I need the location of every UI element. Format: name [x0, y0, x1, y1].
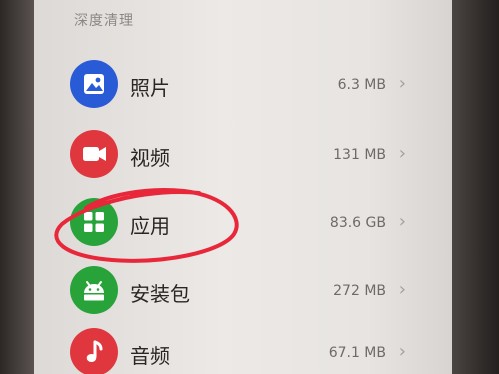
- section-title: 深度清理: [74, 13, 134, 29]
- list-item-size: 272 MB: [333, 283, 386, 299]
- video-icon: [70, 130, 118, 178]
- list-item-label: 视频: [130, 146, 170, 170]
- chevron-right-icon: ›: [398, 341, 406, 362]
- list-item-label: 应用: [130, 214, 170, 238]
- list-item-photos[interactable]: 照片 6.3 MB ›: [34, 54, 452, 114]
- list-item-audio[interactable]: 音频 67.1 MB ›: [34, 322, 452, 374]
- phone-bezel-right: [452, 0, 499, 374]
- apps-icon: [70, 198, 118, 246]
- list-item-install-packages[interactable]: 安装包 272 MB ›: [34, 260, 452, 320]
- list-item-size: 67.1 MB: [328, 345, 386, 361]
- list-item-videos[interactable]: 视频 131 MB ›: [34, 124, 452, 184]
- music-note-icon: [70, 328, 118, 374]
- chevron-right-icon: ›: [398, 211, 406, 232]
- list-item-size: 6.3 MB: [337, 77, 386, 93]
- list-item-label: 音频: [130, 344, 170, 368]
- chevron-right-icon: ›: [398, 73, 406, 94]
- list-item-size: 131 MB: [333, 147, 386, 163]
- chevron-right-icon: ›: [398, 279, 406, 300]
- android-package-icon: [70, 266, 118, 314]
- list-item-label: 安装包: [130, 282, 190, 306]
- list-item-apps[interactable]: 应用 83.6 GB ›: [34, 192, 452, 252]
- deep-clean-screen: 深度清理 照片 6.3 MB › 视频 131 MB › 应用 83.6 GB …: [34, 0, 452, 374]
- list-item-size: 83.6 GB: [329, 215, 386, 231]
- photo-icon: [70, 60, 118, 108]
- phone-bezel-left: [0, 0, 34, 374]
- chevron-right-icon: ›: [398, 143, 406, 164]
- list-item-label: 照片: [130, 76, 170, 100]
